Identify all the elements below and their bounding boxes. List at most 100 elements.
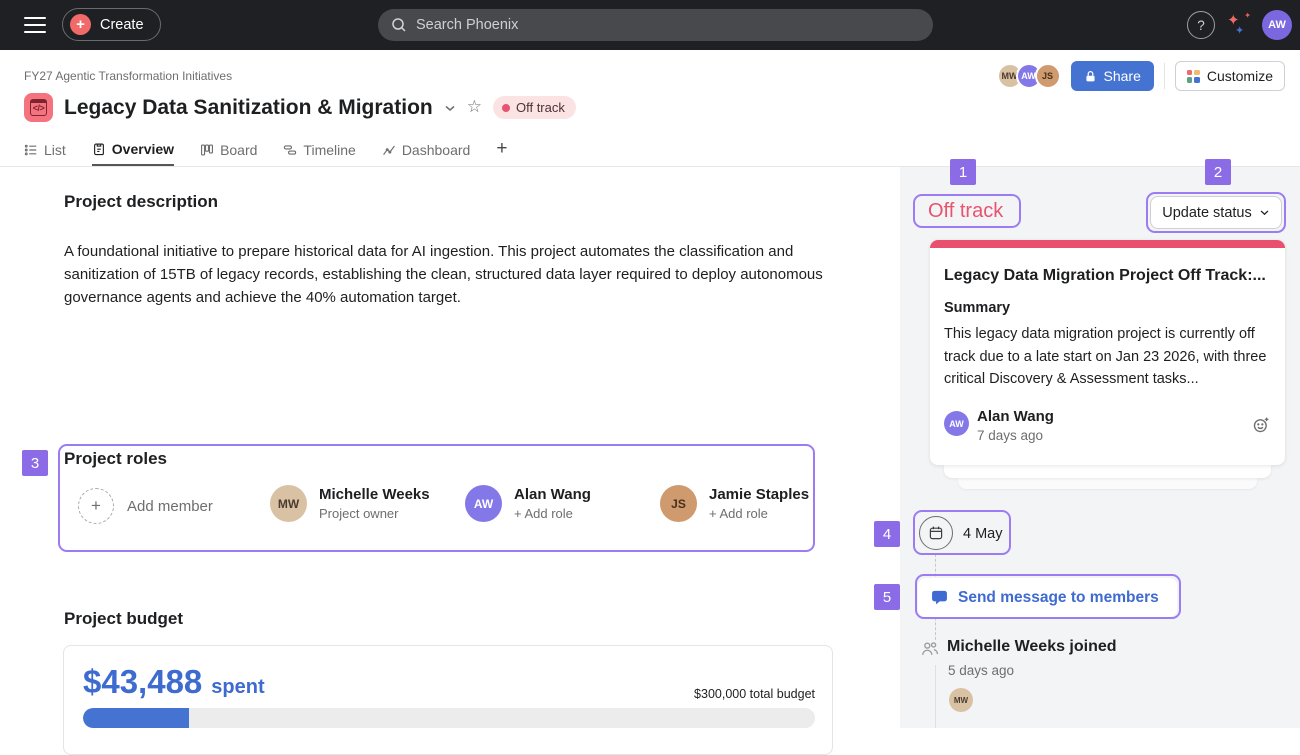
divider (1164, 63, 1165, 89)
lock-icon (1084, 70, 1097, 83)
avatar: JS (1035, 63, 1061, 89)
status-badge-label: Off track (516, 100, 565, 115)
status-card-summary-heading: Summary (944, 300, 1010, 316)
overview-icon (92, 142, 106, 156)
date-marker-label: 4 May (963, 526, 1003, 542)
tab-board[interactable]: Board (200, 134, 257, 166)
budget-spent-label: spent (211, 676, 264, 699)
list-icon (24, 143, 38, 157)
sparkle-blue: ✦ (1235, 26, 1244, 37)
ai-sparkles-icon[interactable]: ✦ ✦ ✦ (1227, 13, 1251, 37)
board-icon (200, 143, 214, 157)
member-name: Alan Wang (514, 486, 591, 503)
date-marker-button[interactable] (919, 516, 953, 550)
customize-grid-icon (1187, 70, 1200, 83)
customize-button-label: Customize (1207, 68, 1273, 84)
page-title[interactable]: Legacy Data Sanitization & Migration (64, 96, 433, 120)
status-sidebar: Off track Update status Legacy Data Migr… (900, 167, 1300, 728)
avatar: JS (660, 485, 697, 522)
search-input[interactable] (416, 17, 920, 33)
card-status-strip (930, 240, 1285, 248)
member-role[interactable]: + Add role (709, 506, 809, 521)
stacked-card-edge (944, 465, 1271, 478)
help-button[interactable]: ? (1187, 11, 1215, 39)
role-member[interactable]: MW Michelle Weeks Project owner (270, 485, 430, 522)
role-member[interactable]: JS Jamie Staples + Add role (660, 485, 809, 522)
avatar: AW (944, 411, 969, 436)
search-bar[interactable] (378, 9, 933, 41)
tab-timeline[interactable]: Timeline (283, 134, 355, 166)
tab-label: Overview (112, 141, 174, 157)
budget-spent-amount: $43,488 (83, 663, 202, 701)
tab-list[interactable]: List (24, 134, 66, 166)
member-name: Jamie Staples (709, 486, 809, 503)
hamburger-menu-icon[interactable] (24, 17, 46, 33)
create-button[interactable]: + Create (62, 8, 161, 41)
help-icon: ? (1197, 18, 1205, 33)
tab-label: Board (220, 142, 257, 158)
calendar-icon (928, 525, 944, 541)
breadcrumb[interactable]: FY27 Agentic Transformation Initiatives (24, 69, 232, 83)
plus-icon: + (70, 14, 91, 35)
customize-button[interactable]: Customize (1175, 61, 1285, 91)
add-tab-button[interactable]: + (496, 134, 507, 166)
send-message-button[interactable]: Send message to members (918, 578, 1177, 617)
add-member-button[interactable]: + Add member (78, 488, 213, 524)
add-member-label: Add member (127, 498, 213, 515)
timeline-solid-line (935, 665, 936, 728)
chat-bubble-icon (931, 589, 948, 606)
sidebar-status-label[interactable]: Off track (928, 200, 1003, 223)
send-message-label: Send message to members (958, 589, 1159, 607)
description-heading: Project description (64, 192, 218, 212)
avatar: AW (465, 485, 502, 522)
favorite-star-icon[interactable]: ☆ (467, 97, 482, 117)
main-content: Project description A foundational initi… (0, 167, 900, 728)
project-icon[interactable]: </> (24, 93, 53, 122)
add-reaction-icon[interactable] (1252, 416, 1270, 439)
update-status-button[interactable]: Update status (1150, 196, 1282, 229)
budget-progress-bar (83, 708, 815, 728)
search-icon (391, 17, 407, 33)
role-member[interactable]: AW Alan Wang + Add role (465, 485, 591, 522)
update-status-label: Update status (1162, 205, 1251, 221)
status-card-time: 7 days ago (977, 428, 1043, 443)
chevron-down-icon (1259, 209, 1270, 216)
tab-overview[interactable]: Overview (92, 134, 174, 166)
topbar: + Create ? ✦ ✦ ✦ AW (0, 0, 1300, 50)
member-avatars[interactable]: MW AW JS (997, 63, 1061, 89)
budget-total-label: $300,000 total budget (694, 687, 815, 701)
user-avatar[interactable]: AW (1262, 10, 1292, 40)
create-button-label: Create (100, 17, 144, 33)
member-role[interactable]: + Add role (514, 506, 591, 521)
share-button-label: Share (1104, 68, 1141, 84)
status-card-title: Legacy Data Migration Project Off Track:… (944, 267, 1276, 285)
project-title-row: </> Legacy Data Sanitization & Migration… (24, 93, 576, 122)
timeline-icon (283, 143, 297, 157)
activity-item-time: 5 days ago (948, 663, 1014, 678)
title-chevron-down-icon[interactable] (444, 104, 456, 112)
tab-label: Timeline (303, 142, 355, 158)
activity-item-text[interactable]: Michelle Weeks joined (947, 638, 1117, 656)
plus-icon: + (496, 138, 507, 160)
status-card-summary-body: This legacy data migration project is cu… (944, 323, 1278, 391)
status-badge[interactable]: Off track (493, 96, 576, 119)
tab-bar: List Overview Board Timeline Dashboard + (0, 134, 1300, 167)
tab-label: List (44, 142, 66, 158)
budget-card: $43,488 spent $300,000 total budget (63, 645, 833, 755)
member-name: Michelle Weeks (319, 486, 430, 503)
budget-progress-fill (83, 708, 189, 728)
add-member-plus-icon: + (78, 488, 114, 524)
avatar: MW (270, 485, 307, 522)
status-dot-icon (502, 104, 510, 112)
description-body[interactable]: A foundational initiative to prepare his… (64, 240, 836, 309)
status-card-author: Alan Wang (977, 408, 1054, 425)
dashboard-icon (382, 143, 396, 157)
status-update-card[interactable]: Legacy Data Migration Project Off Track:… (930, 240, 1285, 465)
code-window-icon: </> (30, 99, 47, 115)
member-role[interactable]: Project owner (319, 506, 430, 521)
stacked-card-edge (958, 478, 1257, 489)
members-icon (921, 640, 939, 663)
tab-dashboard[interactable]: Dashboard (382, 134, 471, 166)
header-actions: MW AW JS Share Customize (997, 61, 1286, 91)
share-button[interactable]: Share (1071, 61, 1154, 91)
